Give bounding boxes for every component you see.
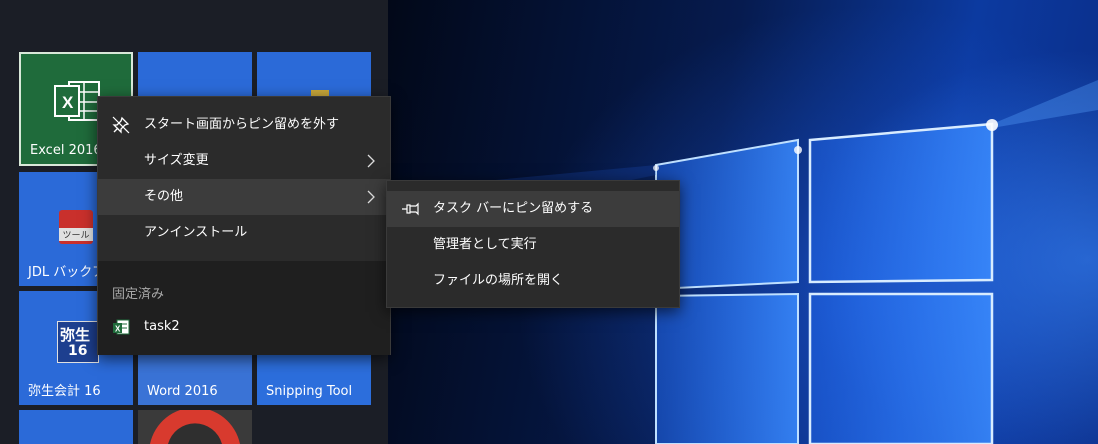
menu-item-more[interactable]: その他 — [98, 179, 390, 215]
svg-text:X: X — [115, 325, 121, 334]
tile-label: Snipping Tool — [266, 384, 353, 399]
tile-label: 弥生会計 16 — [28, 384, 101, 399]
menu-item-resize[interactable]: サイズ変更 — [98, 143, 390, 179]
chevron-right-icon — [367, 190, 375, 204]
tile-label: Excel 2016 — [30, 143, 102, 158]
menu-item-uninstall[interactable]: アンインストール — [98, 215, 390, 251]
yayoi-icon: 弥生 16 — [57, 321, 99, 363]
pin-icon — [402, 202, 419, 216]
chevron-right-icon — [367, 154, 375, 168]
unpin-icon — [112, 116, 130, 134]
menu-item-pin-to-taskbar[interactable]: タスク バーにピン留めする — [387, 191, 679, 227]
context-menu: スタート画面からピン留めを外す サイズ変更 その他 アンインストール 固定済み … — [97, 96, 391, 355]
jump-list-section: 固定済み X task2 — [98, 261, 390, 355]
tile-label: JDL バックア — [28, 265, 106, 280]
menu-item-run-as-admin[interactable]: 管理者として実行 — [387, 227, 679, 263]
section-header-pinned: 固定済み — [112, 287, 165, 302]
toolbox-icon: ツール — [59, 210, 93, 244]
menu-item-open-file-location[interactable]: ファイルの場所を開く — [387, 263, 679, 299]
submenu-more: タスク バーにピン留めする 管理者として実行 ファイルの場所を開く — [386, 180, 680, 308]
menu-item-unpin-from-start[interactable]: スタート画面からピン留めを外す — [98, 107, 390, 143]
chrome-icon — [150, 410, 240, 444]
tile-app[interactable] — [19, 410, 133, 444]
svg-text:X: X — [62, 93, 74, 112]
excel-icon: X — [54, 81, 100, 121]
jump-list-item-task2[interactable]: X task2 — [98, 309, 390, 345]
tile-chrome[interactable] — [138, 410, 252, 444]
tile-label: Word 2016 — [147, 384, 218, 399]
excel-file-icon: X — [113, 319, 130, 335]
